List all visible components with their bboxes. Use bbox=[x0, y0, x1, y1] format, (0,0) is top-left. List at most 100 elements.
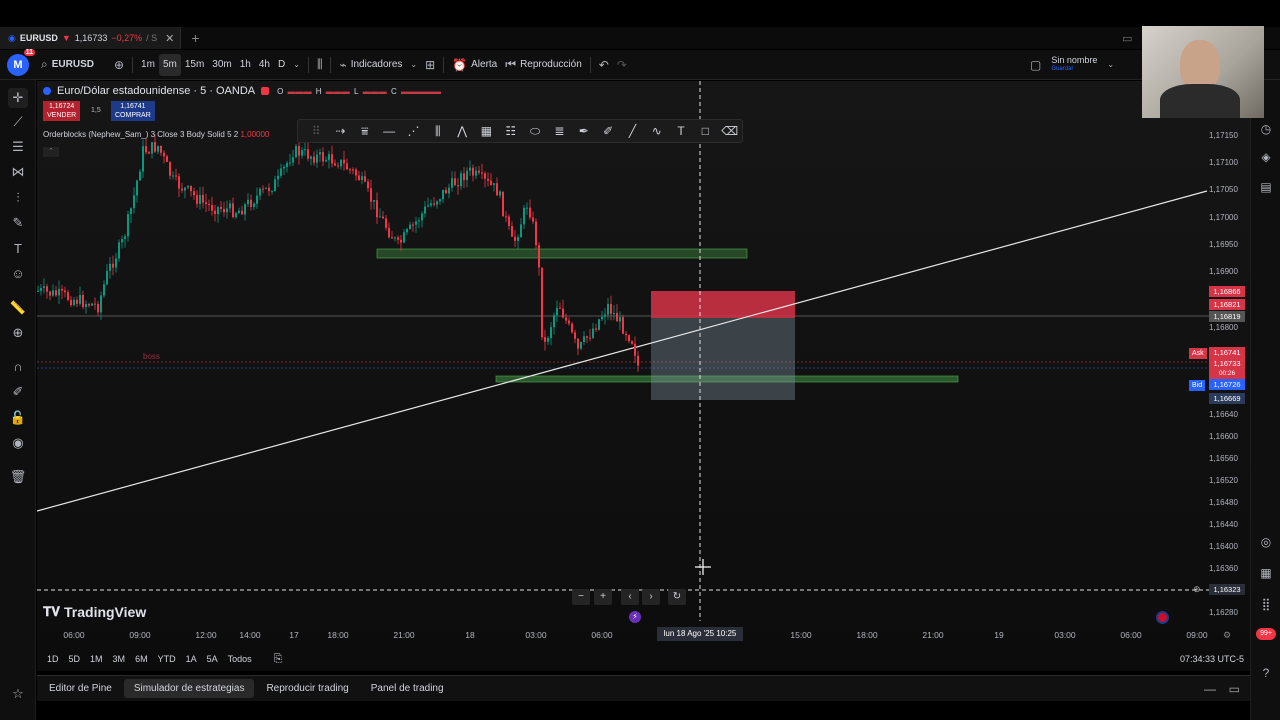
minimize-icon[interactable]: — bbox=[1204, 682, 1216, 696]
indicators-button[interactable]: ⌁ Indicadores bbox=[335, 54, 406, 76]
star-icon[interactable]: ☆ bbox=[8, 684, 28, 704]
tab-strategy-tester[interactable]: Simulador de estrategias bbox=[123, 679, 255, 698]
interval-4h[interactable]: 4h bbox=[255, 54, 274, 76]
tab-pine-editor[interactable]: Editor de Pine bbox=[39, 679, 122, 698]
lines-icon[interactable]: ≣ bbox=[547, 124, 571, 138]
interval-15m[interactable]: 15m bbox=[181, 54, 208, 76]
chart-tab[interactable]: ◉ EURUSD ▼ 1,16733 −0,27% / S ✕ bbox=[0, 27, 182, 49]
layers-icon[interactable]: ◈ bbox=[1257, 148, 1275, 166]
fib-icon[interactable]: ☷ bbox=[499, 124, 523, 138]
interval-dropdown[interactable]: ⌄ bbox=[289, 54, 304, 76]
ellipse-icon[interactable]: ⬭ bbox=[523, 124, 547, 139]
projection-icon[interactable]: ⫶ bbox=[8, 188, 28, 208]
crosshair-icon[interactable]: ✛ bbox=[8, 88, 28, 108]
scroll-right-button[interactable]: › bbox=[642, 589, 660, 605]
pattern-icon[interactable]: ⋀ bbox=[450, 124, 474, 138]
range-1d[interactable]: 1D bbox=[42, 654, 64, 664]
reset-chart-button[interactable]: ↻ bbox=[668, 589, 686, 605]
trend-line[interactable] bbox=[37, 190, 1208, 512]
indicators-dropdown[interactable]: ⌄ bbox=[406, 54, 421, 76]
range-1m[interactable]: 1M bbox=[85, 654, 108, 664]
pattern-icon[interactable]: ⋈ bbox=[8, 162, 28, 182]
indicator-legend[interactable]: Orderblocks (Nephew_Sam_) 3 Close 3 Body… bbox=[43, 130, 269, 139]
axis-settings-icon[interactable]: ⚙ bbox=[1223, 630, 1231, 641]
text-icon[interactable]: T bbox=[8, 239, 28, 259]
zoom-icon[interactable]: ⊕ bbox=[8, 323, 28, 343]
avatar[interactable]: M 11 bbox=[7, 48, 35, 76]
scroll-left-button[interactable]: ‹ bbox=[621, 589, 639, 605]
lightning-icon[interactable]: ⚡ bbox=[629, 611, 641, 623]
range-ytd[interactable]: YTD bbox=[153, 654, 181, 664]
emoji-icon[interactable]: ☺ bbox=[8, 264, 28, 284]
apps-icon[interactable]: ⣿ bbox=[1257, 595, 1275, 613]
entry-zone[interactable] bbox=[651, 318, 795, 400]
ruler-icon[interactable]: 📏 bbox=[8, 298, 28, 318]
lock-icon[interactable]: 🔓 bbox=[8, 408, 28, 428]
clock-icon[interactable]: ◷ bbox=[1257, 120, 1275, 138]
interval-5m[interactable]: 5m bbox=[158, 53, 181, 76]
tab-menu-icon[interactable]: ▭ bbox=[1122, 32, 1132, 45]
text-icon[interactable]: T bbox=[669, 124, 693, 138]
symbol-search[interactable]: ⌕ EURUSD bbox=[37, 54, 98, 76]
alert-button[interactable]: ⏰ Alerta bbox=[448, 54, 501, 76]
stop-loss-zone[interactable] bbox=[651, 291, 795, 318]
replay-button[interactable]: ⏮ Reproducción bbox=[501, 54, 586, 76]
chat-icon[interactable]: ▤ bbox=[1257, 178, 1275, 196]
wave-icon[interactable]: ∿ bbox=[645, 124, 669, 138]
brush-icon[interactable]: ✎ bbox=[8, 213, 28, 233]
range-6m[interactable]: 6M bbox=[130, 654, 153, 664]
table-icon[interactable]: ▦ bbox=[474, 124, 498, 138]
undo-button[interactable]: ↶ bbox=[595, 54, 613, 76]
date-range-icon[interactable]: ⎘ bbox=[269, 653, 288, 666]
horizontal-line-icon[interactable]: — bbox=[377, 124, 401, 138]
interval-1m[interactable]: 1m bbox=[137, 54, 159, 76]
redo-button[interactable]: ↷ bbox=[613, 54, 631, 76]
range-all[interactable]: Todos bbox=[223, 654, 257, 664]
templates-button[interactable]: ⊞ bbox=[421, 54, 439, 76]
tab-trading-panel[interactable]: Panel de trading bbox=[361, 679, 454, 698]
pen-icon[interactable]: ✒ bbox=[572, 124, 596, 138]
zoom-in-button[interactable]: + bbox=[594, 589, 612, 605]
clock[interactable]: 07:34:33 UTC-5 bbox=[1180, 654, 1244, 664]
chart-pane[interactable]: boss Euro/Dólar estadounidense · 5 · OAN… bbox=[37, 81, 1250, 671]
range-5d[interactable]: 5D bbox=[64, 654, 86, 664]
range-3m[interactable]: 3M bbox=[108, 654, 131, 664]
add-alert-icon[interactable]: ⊕ bbox=[1193, 584, 1201, 595]
legend-title[interactable]: Euro/Dólar estadounidense · 5 · OANDA bbox=[57, 85, 255, 97]
rectangle-icon[interactable]: □ bbox=[693, 124, 717, 138]
eraser-icon[interactable]: ⌫ bbox=[718, 124, 742, 138]
target-icon[interactable]: ◎ bbox=[1257, 533, 1275, 551]
zoom-out-button[interactable]: − bbox=[572, 589, 590, 605]
interval-d[interactable]: D bbox=[274, 54, 289, 76]
range-1a[interactable]: 1A bbox=[181, 654, 202, 664]
notifications-badge[interactable]: 99+ bbox=[1256, 628, 1276, 640]
candles-icon[interactable]: ⫼ bbox=[426, 124, 450, 139]
demand-zone-upper[interactable] bbox=[376, 248, 748, 259]
help-icon[interactable]: ? bbox=[1257, 664, 1275, 682]
highlighter-icon[interactable]: ✐ bbox=[596, 124, 620, 138]
line-icon[interactable]: ╱ bbox=[620, 124, 644, 138]
drag-handle-icon[interactable]: ⠿ bbox=[304, 124, 328, 138]
magnet-icon[interactable]: ∩ bbox=[8, 357, 28, 377]
calendar-icon[interactable]: ▦ bbox=[1257, 564, 1275, 582]
zigzag-icon[interactable]: ⋰ bbox=[401, 124, 425, 138]
sell-button[interactable]: 1,16724 VENDER bbox=[43, 101, 81, 121]
compare-button[interactable]: ⊕ bbox=[110, 54, 128, 76]
fib-icon[interactable]: ☰ bbox=[8, 137, 28, 157]
range-5a[interactable]: 5A bbox=[202, 654, 223, 664]
ray-icon[interactable]: ⇢ bbox=[328, 124, 352, 138]
chart-type-button[interactable]: ⫼ bbox=[313, 54, 327, 76]
collapse-legend-icon[interactable]: ⌃ bbox=[43, 147, 59, 157]
eye-icon[interactable]: ◉ bbox=[8, 433, 28, 453]
layout-button[interactable]: ▢ Sin nombre Guardar ⌄ bbox=[1026, 54, 1118, 76]
parallel-channel-icon[interactable]: ⩸ bbox=[353, 124, 377, 139]
trend-line-icon[interactable]: ⟋ bbox=[8, 112, 28, 132]
interval-1h[interactable]: 1h bbox=[236, 54, 255, 76]
tab-replay-trading[interactable]: Reproducir trading bbox=[256, 679, 358, 698]
trash-icon[interactable]: 🗑 bbox=[8, 467, 28, 487]
interval-30m[interactable]: 30m bbox=[208, 54, 235, 76]
close-icon[interactable]: ✕ bbox=[165, 32, 174, 45]
buy-button[interactable]: 1,16741 COMPRAR bbox=[111, 101, 155, 121]
maximize-icon[interactable]: ▭ bbox=[1229, 682, 1240, 696]
chart-canvas[interactable]: boss bbox=[37, 81, 1250, 671]
